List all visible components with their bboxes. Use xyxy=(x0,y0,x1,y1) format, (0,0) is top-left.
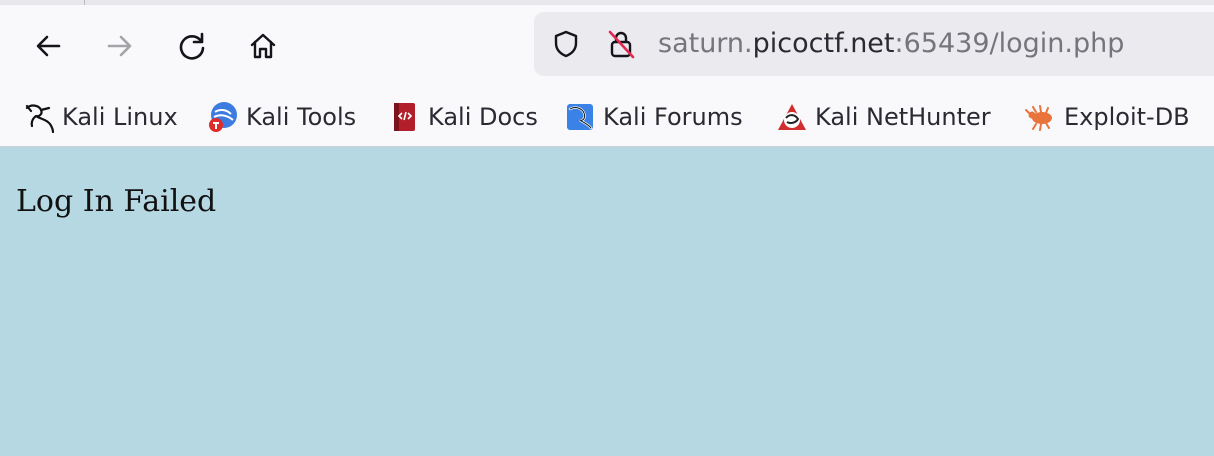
shield-icon[interactable] xyxy=(551,29,581,59)
home-icon xyxy=(250,33,276,59)
kali-tools-icon xyxy=(206,100,240,134)
bookmarks-toolbar: Kali Linux Kali Tools Kali Docs Kali For… xyxy=(0,92,1214,142)
back-arrow-icon xyxy=(36,35,61,57)
reload-icon xyxy=(179,32,205,60)
bookmark-kali-nethunter[interactable]: Kali NetHunter xyxy=(775,96,991,138)
kali-nethunter-icon xyxy=(775,100,809,134)
forward-button[interactable] xyxy=(98,24,142,68)
bookmark-kali-linux[interactable]: Kali Linux xyxy=(22,96,178,138)
url-suffix: :65439/login.php xyxy=(894,28,1125,59)
exploit-db-icon xyxy=(1024,100,1058,134)
bookmark-label: Kali Docs xyxy=(428,103,538,131)
kali-forums-icon xyxy=(563,100,597,134)
home-button[interactable] xyxy=(241,24,285,68)
bookmark-label: Kali Forums xyxy=(603,103,743,131)
kali-dragon-icon xyxy=(22,100,56,134)
page-content: Log In Failed xyxy=(0,147,1214,456)
insecure-lock-icon[interactable] xyxy=(606,29,636,59)
bookmark-label: Kali Tools xyxy=(246,103,357,131)
back-button[interactable] xyxy=(26,24,70,68)
tab-strip-edge xyxy=(0,0,1214,5)
bookmark-kali-tools[interactable]: Kali Tools xyxy=(206,96,356,138)
url-bar[interactable]: saturn.picoctf.net:65439/login.php xyxy=(534,12,1214,76)
browser-toolbar: saturn.picoctf.net:65439/login.php Kali … xyxy=(0,0,1214,147)
bookmark-kali-docs[interactable]: Kali Docs xyxy=(388,96,538,138)
bookmark-label: Kali NetHunter xyxy=(815,103,991,131)
forward-arrow-icon xyxy=(107,35,132,57)
bookmark-kali-forums[interactable]: Kali Forums xyxy=(563,96,743,138)
bookmark-label: Kali Linux xyxy=(62,103,178,131)
url-prefix: saturn. xyxy=(658,28,753,59)
reload-button[interactable] xyxy=(170,24,214,68)
login-failed-message: Log In Failed xyxy=(16,184,217,219)
kali-docs-icon xyxy=(388,100,422,134)
url-text[interactable]: saturn.picoctf.net:65439/login.php xyxy=(658,12,1124,76)
url-host: picoctf.net xyxy=(752,28,895,59)
bookmark-label: Exploit-DB xyxy=(1064,103,1190,131)
bookmark-exploit-db[interactable]: Exploit-DB xyxy=(1024,96,1190,138)
